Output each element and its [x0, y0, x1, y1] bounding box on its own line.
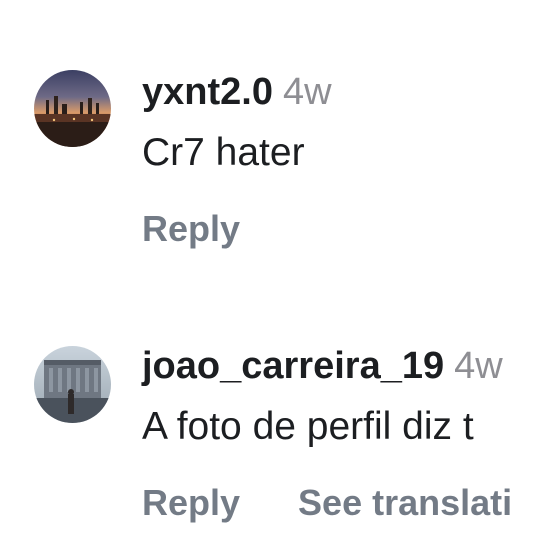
comment-text: Cr7 hater — [142, 131, 305, 174]
reply-button[interactable]: Reply — [142, 208, 240, 249]
sunset-city-photo-icon — [34, 70, 111, 147]
username[interactable]: yxnt2.0 — [142, 71, 273, 113]
building-plaza-photo-icon — [34, 346, 111, 423]
comment-actions: Reply — [142, 208, 240, 250]
comment-text: A foto de perfil diz t — [142, 405, 474, 448]
reply-button[interactable]: Reply — [142, 482, 240, 523]
comment-actions: Reply See translati — [142, 482, 512, 524]
comment-header: yxnt2.0 4w — [142, 70, 332, 114]
see-translation-button[interactable]: See translati — [298, 482, 512, 523]
avatar[interactable] — [34, 346, 111, 423]
comment-header: joao_carreira_19 4w — [142, 344, 503, 388]
timestamp: 4w — [454, 345, 503, 387]
timestamp: 4w — [282, 71, 332, 113]
username[interactable]: joao_carreira_19 — [142, 345, 444, 387]
avatar[interactable] — [34, 70, 111, 147]
comments-screen: yxnt2.0 4w Cr7 hater Reply joao_carreira… — [0, 0, 560, 560]
